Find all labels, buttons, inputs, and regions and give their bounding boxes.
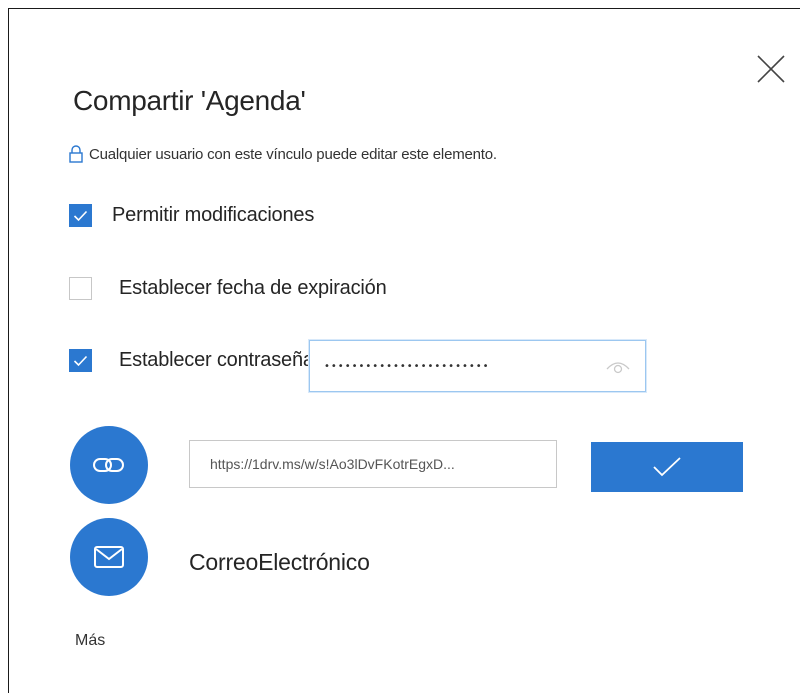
envelope-icon bbox=[94, 546, 124, 568]
allow-editing-checkbox[interactable] bbox=[69, 204, 92, 227]
close-button[interactable] bbox=[754, 52, 790, 88]
more-options-link[interactable]: Más bbox=[75, 632, 105, 650]
allow-editing-option[interactable]: Permitir modificaciones bbox=[69, 204, 314, 227]
set-expiration-checkbox[interactable] bbox=[69, 277, 92, 300]
show-password-button[interactable] bbox=[605, 357, 631, 375]
apply-button[interactable] bbox=[591, 442, 743, 492]
dialog-title: Compartir 'Agenda' bbox=[73, 85, 306, 116]
eye-icon bbox=[606, 362, 630, 374]
set-expiration-label: Establecer fecha de expiración bbox=[119, 277, 387, 299]
set-password-label: Establecer contraseña... bbox=[119, 349, 330, 371]
link-icon bbox=[93, 458, 124, 472]
notice-text: Cualquier usuario con este vínculo puede… bbox=[89, 145, 497, 163]
lock-icon bbox=[69, 145, 83, 163]
copy-link-button[interactable] bbox=[70, 426, 148, 504]
set-password-checkbox[interactable] bbox=[69, 349, 92, 372]
share-dialog: Compartir 'Agenda' Cualquier usuario con… bbox=[8, 8, 800, 693]
checkmark-icon bbox=[73, 355, 88, 366]
set-expiration-option[interactable]: Establecer fecha de expiración bbox=[69, 277, 387, 300]
allow-editing-label: Permitir modificaciones bbox=[112, 204, 315, 226]
set-password-option[interactable]: Establecer contraseña... bbox=[69, 349, 330, 372]
password-field[interactable] bbox=[309, 340, 646, 392]
password-input[interactable] bbox=[324, 353, 594, 379]
checkmark-icon bbox=[653, 457, 681, 477]
close-icon bbox=[757, 55, 785, 83]
permission-notice: Cualquier usuario con este vínculo puede… bbox=[69, 145, 497, 163]
email-label[interactable]: CorreoElectrónico bbox=[189, 549, 370, 576]
share-link-field[interactable] bbox=[189, 440, 557, 488]
checkmark-icon bbox=[73, 210, 88, 221]
email-button[interactable] bbox=[70, 518, 148, 596]
